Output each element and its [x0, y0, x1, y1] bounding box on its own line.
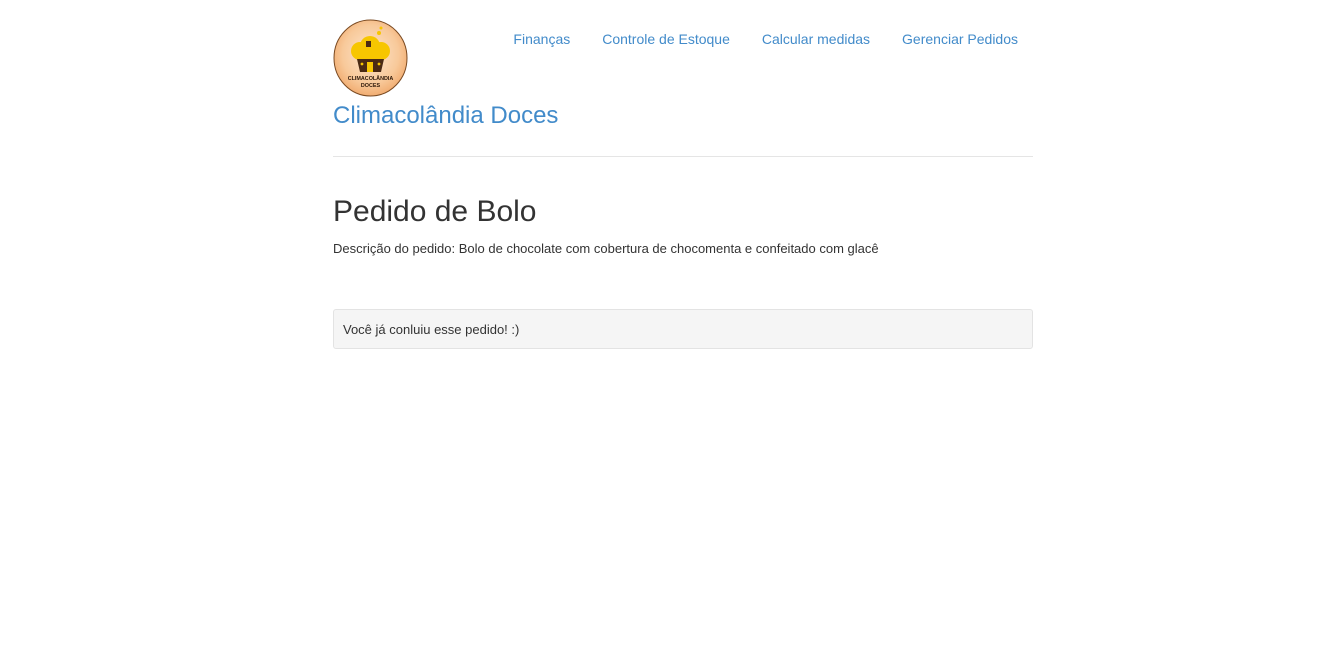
nav-item-gerenciar-pedidos: Gerenciar Pedidos — [885, 30, 1033, 49]
nav-item-financas: Finanças — [496, 30, 585, 49]
main-nav: Finanças Controle de Estoque Calcular me… — [496, 30, 1033, 49]
nav-link-financas[interactable]: Finanças — [496, 30, 585, 49]
page-container: CLIMACOLÂNDIA DOCES Finanças Controle de… — [333, 0, 1033, 349]
logo-text-line1: CLIMACOLÂNDIA — [348, 75, 394, 82]
nav-item-calcular-medidas: Calcular medidas — [745, 30, 885, 49]
brand-link[interactable]: Climacolândia Doces — [333, 102, 558, 130]
completed-notice: Você já conluiu esse pedido! :) — [333, 309, 1033, 349]
order-description: Descrição do pedido: Bolo de chocolate c… — [333, 241, 879, 256]
nav-link-gerenciar-pedidos[interactable]: Gerenciar Pedidos — [885, 30, 1033, 49]
site-header: CLIMACOLÂNDIA DOCES Finanças Controle de… — [333, 0, 1033, 157]
completed-notice-text: Você já conluiu esse pedido! :) — [343, 322, 520, 337]
nav-link-calcular-medidas[interactable]: Calcular medidas — [745, 30, 885, 49]
nav-item-controle-estoque: Controle de Estoque — [585, 30, 745, 49]
nav-link-controle-estoque[interactable]: Controle de Estoque — [585, 30, 745, 49]
cupcake-logo-icon[interactable]: CLIMACOLÂNDIA DOCES — [333, 19, 408, 97]
logo-text-line2: DOCES — [361, 83, 381, 89]
page-title: Pedido de Bolo — [333, 195, 537, 228]
